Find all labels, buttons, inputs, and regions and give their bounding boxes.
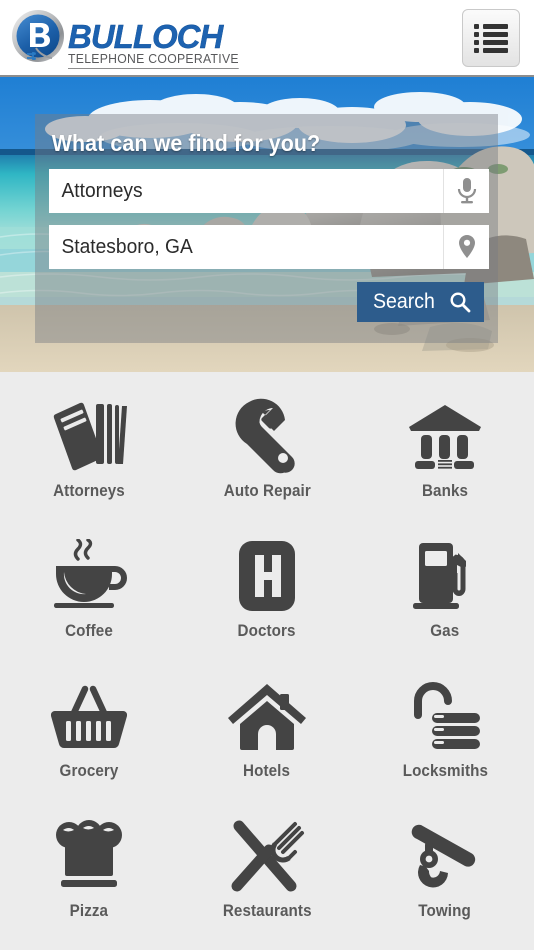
category-label: Hotels xyxy=(243,762,291,780)
house-icon xyxy=(228,676,306,756)
law-books-icon xyxy=(50,396,128,476)
hero-banner: What can we find for you? Attorneys Stat… xyxy=(0,77,534,372)
hospital-h-icon xyxy=(237,536,297,616)
tow-hook-icon xyxy=(409,816,481,896)
search-button-row: Search xyxy=(35,269,498,322)
category-hotels[interactable]: Hotels xyxy=(178,662,356,802)
app-root: BULLOCH TELEPHONE COOPERATIVE What can w… xyxy=(0,0,534,950)
category-locksmiths[interactable]: Locksmiths xyxy=(356,662,534,802)
what-search-field[interactable] xyxy=(49,169,489,213)
category-attorneys[interactable]: Attorneys xyxy=(0,382,178,522)
brand-tagline: TELEPHONE COOPERATIVE xyxy=(68,52,239,69)
search-button-label: Search xyxy=(373,290,436,313)
where-search-input[interactable] xyxy=(49,225,428,269)
category-label: Attorneys xyxy=(53,482,125,500)
category-label: Gas xyxy=(430,622,460,640)
microphone-icon xyxy=(457,178,476,204)
search-panel-title: What can we find for you? xyxy=(51,130,321,156)
wrench-icon xyxy=(229,396,305,476)
category-label: Auto Repair xyxy=(223,482,311,500)
brand-name: BULLOCH xyxy=(68,18,224,56)
category-label: Locksmiths xyxy=(402,762,488,780)
location-pin-icon xyxy=(458,235,475,258)
search-button[interactable]: Search xyxy=(357,282,484,322)
gas-pump-icon xyxy=(411,536,479,616)
category-label: Grocery xyxy=(59,762,119,780)
shopping-basket-icon xyxy=(51,676,127,756)
category-restaurants[interactable]: Restaurants xyxy=(178,802,356,942)
magnifier-icon xyxy=(450,292,471,313)
coffee-cup-icon xyxy=(50,536,128,616)
use-my-location-button[interactable] xyxy=(443,225,489,269)
brand-wordmark: BULLOCH TELEPHONE COOPERATIVE xyxy=(68,18,244,69)
category-label: Restaurants xyxy=(222,902,312,920)
what-search-input[interactable] xyxy=(49,169,428,213)
brand-logo[interactable]: BULLOCH TELEPHONE COOPERATIVE xyxy=(10,8,244,69)
menu-button[interactable] xyxy=(462,8,520,67)
category-label: Pizza xyxy=(69,902,109,920)
chef-hat-icon xyxy=(53,816,125,896)
category-auto-repair[interactable]: Auto Repair xyxy=(178,382,356,522)
category-pizza[interactable]: Pizza xyxy=(0,802,178,942)
bank-building-icon xyxy=(407,396,483,476)
category-label: Towing xyxy=(418,902,472,920)
category-gas[interactable]: Gas xyxy=(356,522,534,662)
category-banks[interactable]: Banks xyxy=(356,382,534,522)
search-panel: What can we find for you? Attorneys Stat… xyxy=(35,114,498,343)
category-coffee[interactable]: Coffee xyxy=(0,522,178,662)
knife-fork-icon xyxy=(229,816,305,896)
voice-search-button[interactable] xyxy=(443,169,489,213)
category-grid: Attorneys Auto Repair Banks Coffee Docto… xyxy=(0,372,534,942)
category-doctors[interactable]: Doctors xyxy=(178,522,356,662)
bulloch-b-emblem-icon xyxy=(12,9,64,62)
app-header: BULLOCH TELEPHONE COOPERATIVE xyxy=(0,0,534,77)
padlock-icon xyxy=(408,676,482,756)
category-towing[interactable]: Towing xyxy=(356,802,534,942)
list-menu-icon xyxy=(474,23,508,53)
category-grocery[interactable]: Grocery xyxy=(0,662,178,802)
where-search-field[interactable] xyxy=(49,225,489,269)
category-label: Coffee xyxy=(65,622,113,640)
category-label: Doctors xyxy=(237,622,296,640)
category-label: Banks xyxy=(421,482,469,500)
